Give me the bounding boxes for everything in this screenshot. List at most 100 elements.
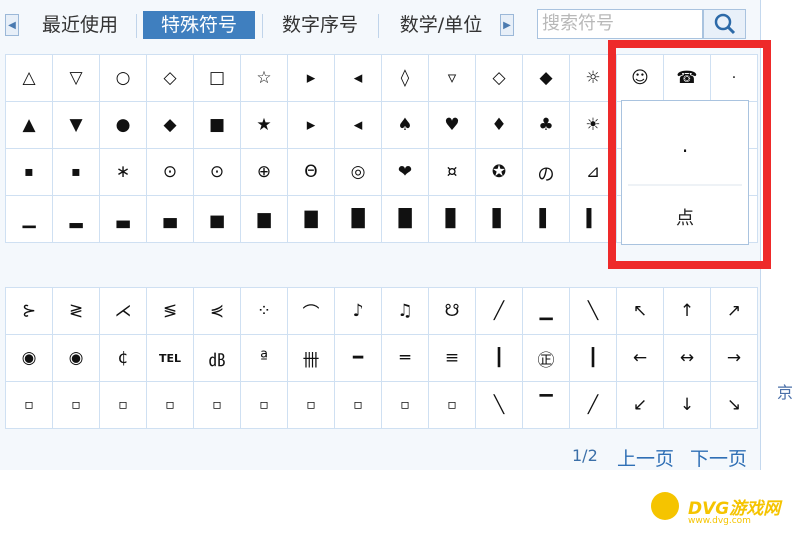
tab-number-sequence[interactable]: 数字序号 bbox=[270, 11, 370, 39]
symbol-cell[interactable]: ↑ bbox=[664, 288, 710, 334]
symbol-cell[interactable]: ♠ bbox=[382, 102, 428, 148]
search-button[interactable] bbox=[703, 9, 746, 39]
symbol-cell[interactable]: △ bbox=[6, 55, 52, 101]
symbol-cell[interactable]: ◂ bbox=[335, 102, 381, 148]
symbol-cell[interactable]: ↗ bbox=[711, 288, 757, 334]
symbol-cell[interactable]: ┃ bbox=[476, 335, 522, 381]
symbol-cell[interactable]: ▫ bbox=[382, 382, 428, 428]
symbol-cell[interactable]: █ bbox=[335, 196, 381, 242]
symbol-cell[interactable]: ⊙ bbox=[194, 149, 240, 195]
symbol-cell[interactable]: ❤ bbox=[382, 149, 428, 195]
symbol-cell[interactable]: ↘ bbox=[711, 382, 757, 428]
symbol-cell[interactable]: ▲ bbox=[6, 102, 52, 148]
symbol-cell[interactable]: ⌒ bbox=[288, 288, 334, 334]
symbol-cell[interactable]: ╲ bbox=[570, 288, 616, 334]
symbol-cell[interactable]: ▫ bbox=[147, 382, 193, 428]
symbol-cell[interactable]: ▂ bbox=[53, 196, 99, 242]
symbol-cell[interactable]: ▇ bbox=[288, 196, 334, 242]
symbol-cell[interactable]: ◉ bbox=[6, 335, 52, 381]
symbol-cell[interactable]: ▪ bbox=[53, 149, 99, 195]
symbol-cell[interactable]: ╲ bbox=[476, 382, 522, 428]
symbol-cell[interactable]: ↓ bbox=[664, 382, 710, 428]
next-page-link[interactable]: 下一页 bbox=[690, 444, 747, 471]
symbol-cell[interactable]: ▆ bbox=[241, 196, 287, 242]
symbol-cell[interactable]: 卌 bbox=[288, 335, 334, 381]
symbol-cell[interactable]: █ bbox=[382, 196, 428, 242]
symbol-cell[interactable]: ━ bbox=[335, 335, 381, 381]
symbol-cell[interactable]: ■ bbox=[194, 102, 240, 148]
tab-scroll-right-icon[interactable]: ▶ bbox=[500, 14, 514, 36]
symbol-cell[interactable]: ● bbox=[100, 102, 146, 148]
symbol-cell[interactable]: ▅ bbox=[194, 196, 240, 242]
tab-recent[interactable]: 最近使用 bbox=[30, 11, 130, 39]
tab-scroll-left-icon[interactable]: ◀ bbox=[5, 14, 19, 36]
symbol-cell[interactable]: ▫ bbox=[335, 382, 381, 428]
symbol-cell[interactable]: ▫ bbox=[100, 382, 146, 428]
symbol-cell[interactable]: ▸ bbox=[288, 102, 334, 148]
prev-page-link[interactable]: 上一页 bbox=[617, 444, 674, 471]
symbol-cell[interactable]: ▫ bbox=[194, 382, 240, 428]
symbol-cell[interactable]: ╱ bbox=[476, 288, 522, 334]
symbol-cell[interactable]: ◂ bbox=[335, 55, 381, 101]
symbol-cell[interactable]: ↔ bbox=[664, 335, 710, 381]
symbol-cell[interactable]: ╱ bbox=[570, 382, 616, 428]
symbol-cell[interactable]: ▿ bbox=[429, 55, 475, 101]
symbol-cell[interactable]: ⋌ bbox=[100, 288, 146, 334]
tab-special-symbols[interactable]: 特殊符号 bbox=[143, 11, 255, 39]
symbol-cell[interactable]: ∗ bbox=[100, 149, 146, 195]
symbol-cell[interactable]: ♥ bbox=[429, 102, 475, 148]
symbol-cell[interactable]: ㏈ bbox=[194, 335, 240, 381]
symbol-cell[interactable]: ♫ bbox=[382, 288, 428, 334]
symbol-cell[interactable]: ↙ bbox=[617, 382, 663, 428]
symbol-cell[interactable]: □ bbox=[194, 55, 240, 101]
symbol-cell[interactable]: ▫ bbox=[429, 382, 475, 428]
symbol-cell[interactable]: ⁘ bbox=[241, 288, 287, 334]
symbol-cell[interactable]: ¤ bbox=[429, 149, 475, 195]
symbol-cell[interactable]: ◇ bbox=[476, 55, 522, 101]
symbol-cell[interactable]: ✪ bbox=[476, 149, 522, 195]
symbol-cell[interactable]: ▼ bbox=[53, 102, 99, 148]
symbol-cell[interactable]: ▫ bbox=[6, 382, 52, 428]
symbol-cell[interactable]: ㊣ bbox=[523, 335, 569, 381]
search-input[interactable]: 搜索符号 bbox=[537, 9, 703, 39]
symbol-cell[interactable]: ¢ bbox=[100, 335, 146, 381]
symbol-cell[interactable]: ▫ bbox=[53, 382, 99, 428]
symbol-cell[interactable]: ≡ bbox=[429, 335, 475, 381]
symbol-cell[interactable]: ▪ bbox=[6, 149, 52, 195]
symbol-cell[interactable]: の bbox=[523, 149, 569, 195]
symbol-cell[interactable]: TEL bbox=[147, 335, 193, 381]
symbol-cell[interactable]: ≷ bbox=[53, 288, 99, 334]
symbol-cell[interactable]: ┃ bbox=[570, 335, 616, 381]
symbol-cell[interactable]: ⋞ bbox=[194, 288, 240, 334]
symbol-cell[interactable]: ≶ bbox=[147, 288, 193, 334]
symbol-cell[interactable]: ▄ bbox=[147, 196, 193, 242]
symbol-cell[interactable]: ▌ bbox=[523, 196, 569, 242]
symbol-cell[interactable]: ⊙ bbox=[147, 149, 193, 195]
symbol-cell[interactable]: ○ bbox=[100, 55, 146, 101]
symbol-cell[interactable]: ▋ bbox=[476, 196, 522, 242]
symbol-cell[interactable]: ☆ bbox=[241, 55, 287, 101]
symbol-cell[interactable]: ♪ bbox=[335, 288, 381, 334]
symbol-cell[interactable]: ◎ bbox=[335, 149, 381, 195]
symbol-cell[interactable]: ☋ bbox=[429, 288, 475, 334]
tab-math-units[interactable]: 数学/单位 bbox=[385, 11, 497, 39]
symbol-cell[interactable]: ═ bbox=[382, 335, 428, 381]
symbol-cell[interactable]: ⊱ bbox=[6, 288, 52, 334]
symbol-cell[interactable]: ª bbox=[241, 335, 287, 381]
symbol-cell[interactable]: ◆ bbox=[147, 102, 193, 148]
symbol-cell[interactable]: ▸ bbox=[288, 55, 334, 101]
symbol-cell[interactable]: ◊ bbox=[382, 55, 428, 101]
symbol-cell[interactable]: ◆ bbox=[523, 55, 569, 101]
symbol-cell[interactable]: ▽ bbox=[53, 55, 99, 101]
symbol-cell[interactable]: ← bbox=[617, 335, 663, 381]
symbol-cell[interactable]: ⊕ bbox=[241, 149, 287, 195]
symbol-cell[interactable]: ◇ bbox=[147, 55, 193, 101]
symbol-cell[interactable]: ♦ bbox=[476, 102, 522, 148]
symbol-cell[interactable]: ♣ bbox=[523, 102, 569, 148]
symbol-cell[interactable]: ▫ bbox=[241, 382, 287, 428]
symbol-cell[interactable]: ↖ bbox=[617, 288, 663, 334]
symbol-cell[interactable]: → bbox=[711, 335, 757, 381]
symbol-cell[interactable]: Θ bbox=[288, 149, 334, 195]
symbol-cell[interactable]: ★ bbox=[241, 102, 287, 148]
symbol-cell[interactable]: ▫ bbox=[288, 382, 334, 428]
